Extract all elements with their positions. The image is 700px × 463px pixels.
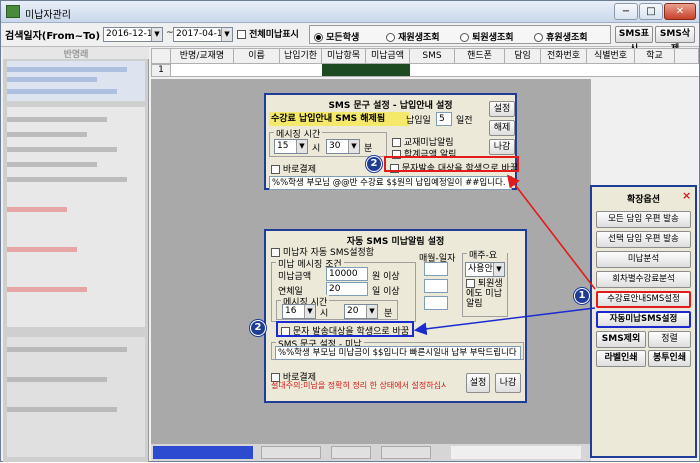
app-window: 미납자관리 − □ ✕ 검색일자(From~To) 2016-12-17 ▼ ~ … <box>0 0 700 462</box>
red-arrow <box>507 174 596 290</box>
blue-arrow <box>413 307 596 336</box>
callout-arrows <box>413 174 596 336</box>
